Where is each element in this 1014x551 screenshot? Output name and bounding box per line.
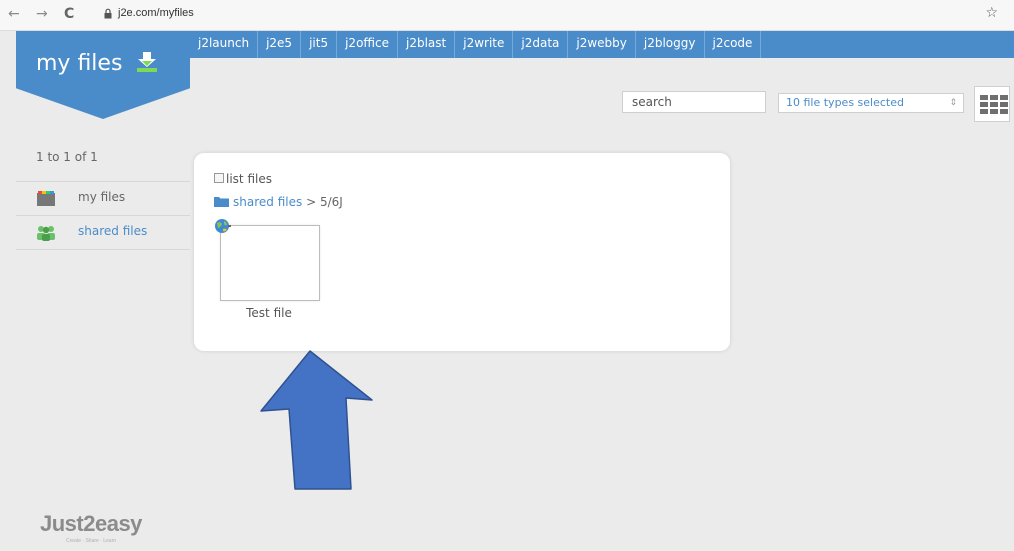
download-tray-icon — [137, 52, 157, 72]
file-name[interactable]: Test file — [220, 306, 318, 320]
bookmark-star-icon[interactable]: ☆ — [985, 5, 998, 21]
file-type-select[interactable]: 10 file types selected ⇕ — [778, 93, 964, 113]
lock-icon — [104, 8, 112, 19]
breadcrumb: shared files > 5/6J — [214, 195, 343, 209]
file-browser-panel: list files shared files > 5/6J Test file — [194, 153, 730, 351]
page-title: my files — [36, 51, 123, 76]
back-icon[interactable]: ← — [8, 6, 20, 22]
list-files-toggle[interactable]: list files — [214, 172, 272, 186]
product-nav: j2launch j2e5 jit5 j2office j2blast j2wr… — [190, 31, 1014, 58]
list-files-checkbox[interactable] — [214, 173, 224, 183]
nav-j2bloggy[interactable]: j2bloggy — [636, 31, 705, 58]
reload-icon[interactable]: C — [64, 6, 74, 22]
breadcrumb-separator: > — [306, 195, 317, 209]
nav-j2office[interactable]: j2office — [337, 31, 398, 58]
list-files-label: list files — [226, 172, 272, 186]
users-group-icon — [37, 226, 55, 241]
sidebar-item-label: my files — [78, 190, 126, 204]
annotation-arrow — [260, 350, 373, 490]
breadcrumb-shared-files-link[interactable]: shared files — [233, 195, 302, 209]
sidebar-item-shared-files[interactable]: shared files — [16, 216, 190, 249]
nav-jit5[interactable]: jit5 — [301, 31, 338, 58]
page-title-ribbon: my files — [16, 31, 190, 119]
select-arrows-icon: ⇕ — [949, 98, 957, 108]
folder-icon — [214, 197, 229, 207]
sidebar-divider — [16, 249, 190, 250]
breadcrumb-current: 5/6J — [319, 195, 343, 209]
nav-j2blast[interactable]: j2blast — [398, 31, 456, 58]
sidebar-item-label: shared files — [78, 224, 148, 238]
grid-view-button[interactable] — [974, 86, 1010, 122]
forward-icon[interactable]: → — [36, 6, 48, 22]
browser-toolbar: ← → C j2e.com/myfiles ☆ — [0, 0, 1014, 31]
nav-j2webby[interactable]: j2webby — [568, 31, 636, 58]
file-type-select-value: 10 file types selected — [786, 96, 904, 109]
just2easy-logo: Just2easy — [40, 511, 142, 536]
shared-globe-icon — [215, 219, 231, 233]
address-bar[interactable]: j2e.com/myfiles — [118, 7, 194, 19]
nav-j2e5[interactable]: j2e5 — [258, 31, 302, 58]
file-drawer-icon — [37, 191, 55, 206]
nav-j2write[interactable]: j2write — [455, 31, 514, 58]
nav-j2code[interactable]: j2code — [705, 31, 762, 58]
nav-j2launch[interactable]: j2launch — [190, 31, 259, 58]
nav-j2data[interactable]: j2data — [513, 31, 569, 58]
brand-tagline: Create · Share · Learn — [66, 538, 117, 544]
search-input[interactable]: search — [622, 91, 766, 113]
result-count: 1 to 1 of 1 — [36, 150, 98, 164]
file-thumbnail[interactable] — [220, 225, 320, 301]
page: j2launch j2e5 jit5 j2office j2blast j2wr… — [0, 31, 1014, 551]
sidebar-item-my-files[interactable]: my files — [16, 182, 190, 215]
